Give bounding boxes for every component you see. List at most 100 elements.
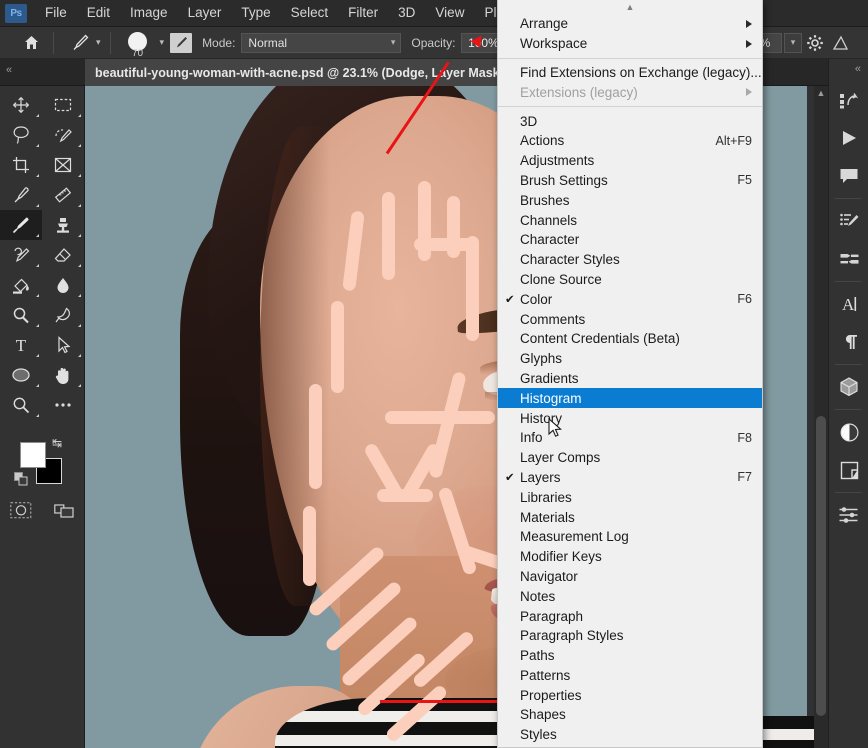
move-tool[interactable] xyxy=(0,90,42,120)
swap-colors-icon[interactable]: ↹ xyxy=(52,436,62,450)
object-selection-tool[interactable] xyxy=(42,120,84,150)
chevron-up-icon[interactable]: ▲ xyxy=(814,86,828,100)
pen-tool[interactable] xyxy=(42,300,84,330)
menu-item-info[interactable]: Info F8 xyxy=(498,428,762,448)
menu-item-navigator[interactable]: Navigator xyxy=(498,567,762,587)
menu-item-paragraph-styles[interactable]: Paragraph Styles xyxy=(498,626,762,646)
menu-view[interactable]: View xyxy=(425,1,474,25)
menu-filter[interactable]: Filter xyxy=(338,1,388,25)
crop-tool[interactable] xyxy=(0,150,42,180)
brush-size-picker[interactable]: 70 xyxy=(118,28,158,59)
adjustments-sliders-icon[interactable] xyxy=(829,240,868,278)
menu-item-layers[interactable]: ✔ Layers F7 xyxy=(498,468,762,488)
ruler-tool[interactable] xyxy=(42,180,84,210)
flow-dropdown-icon[interactable]: ▾ xyxy=(784,32,802,53)
menu-item-libraries[interactable]: Libraries xyxy=(498,487,762,507)
menu-item-adjustments[interactable]: Adjustments xyxy=(498,151,762,171)
gradient-tool[interactable] xyxy=(0,270,42,300)
menu-item-materials[interactable]: Materials xyxy=(498,507,762,527)
menu-item-brush-settings[interactable]: Brush Settings F5 xyxy=(498,171,762,191)
menu-item-arrange[interactable]: Arrange xyxy=(498,14,762,34)
brush-tool[interactable] xyxy=(0,210,42,240)
properties-sliders-icon[interactable] xyxy=(829,496,868,534)
window-menu-dropdown[interactable]: ▲ Arrange Workspace Find Extensions on Exc… xyxy=(497,0,763,748)
actions-play-icon[interactable] xyxy=(829,119,868,157)
dodge-tool[interactable] xyxy=(0,300,42,330)
history-brush-tool[interactable] xyxy=(0,240,42,270)
paragraph-icon[interactable] xyxy=(829,323,868,361)
gear-icon[interactable] xyxy=(802,30,828,56)
menu-item-notes[interactable]: Notes xyxy=(498,586,762,606)
type-tool[interactable]: T xyxy=(0,330,42,360)
eyedropper-tool[interactable] xyxy=(0,180,42,210)
menu-item-brushes[interactable]: Brushes xyxy=(498,190,762,210)
dock-collapse-icon[interactable]: « xyxy=(829,59,868,81)
menu-item-3d[interactable]: 3D xyxy=(498,111,762,131)
clone-stamp-tool[interactable] xyxy=(42,210,84,240)
path-selection-tool[interactable] xyxy=(42,330,84,360)
3d-cube-icon[interactable] xyxy=(829,368,868,406)
menu-item-paths[interactable]: Paths xyxy=(498,646,762,666)
canvas-vertical-scrollbar[interactable]: ▲ xyxy=(814,86,828,748)
quick-mask-icon[interactable] xyxy=(10,502,32,525)
menu-image[interactable]: Image xyxy=(120,1,178,25)
zoom-tool[interactable] xyxy=(0,390,42,420)
angle-icon[interactable] xyxy=(828,30,854,56)
layers-icon[interactable] xyxy=(829,451,868,489)
menu-item-glyphs[interactable]: Glyphs xyxy=(498,349,762,369)
menu-item-modifier-keys[interactable]: Modifier Keys xyxy=(498,547,762,567)
menu-item-character-styles[interactable]: Character Styles xyxy=(498,250,762,270)
menu-item-layer-comps[interactable]: Layer Comps xyxy=(498,448,762,468)
adjustment-circle-icon[interactable] xyxy=(829,413,868,451)
default-colors-icon[interactable] xyxy=(14,472,28,491)
menu-item-measurement-log[interactable]: Measurement Log xyxy=(498,527,762,547)
menu-edit[interactable]: Edit xyxy=(77,1,120,25)
menu-item-paragraph[interactable]: Paragraph xyxy=(498,606,762,626)
blur-tool[interactable] xyxy=(42,270,84,300)
foreground-color-swatch[interactable] xyxy=(20,442,46,468)
menu-item-history[interactable]: History xyxy=(498,408,762,428)
rectangular-marquee-tool[interactable] xyxy=(42,90,84,120)
menu-item-color[interactable]: ✔ Color F6 xyxy=(498,289,762,309)
screen-mode-icon[interactable] xyxy=(54,502,76,525)
brush-tool-selector[interactable]: ▾ xyxy=(61,32,103,54)
menu-scroll-up-icon[interactable]: ▲ xyxy=(498,0,762,14)
menu-type[interactable]: Type xyxy=(231,1,280,25)
lasso-tool[interactable] xyxy=(0,120,42,150)
chevron-down-icon[interactable]: ▾ xyxy=(94,37,103,48)
menu-item-histogram[interactable]: Histogram xyxy=(498,388,762,409)
menu-item-clone-source[interactable]: Clone Source xyxy=(498,270,762,290)
scrollbar-thumb[interactable] xyxy=(816,416,826,716)
character-icon[interactable]: A xyxy=(829,285,868,323)
history-panel-icon[interactable] xyxy=(829,81,868,119)
brush-settings-icon[interactable] xyxy=(829,202,868,240)
menu-item-gradients[interactable]: Gradients xyxy=(498,369,762,389)
collapse-left-icon[interactable]: « xyxy=(6,64,12,76)
menu-item-channels[interactable]: Channels xyxy=(498,210,762,230)
menu-item-comments[interactable]: Comments xyxy=(498,309,762,329)
comments-icon[interactable] xyxy=(829,157,868,195)
menu-item-content-credentials-beta[interactable]: Content Credentials (Beta) xyxy=(498,329,762,349)
menu-file[interactable]: File xyxy=(35,1,77,25)
eraser-tool[interactable] xyxy=(42,240,84,270)
brush-preset-icon[interactable] xyxy=(170,32,193,53)
home-icon[interactable] xyxy=(16,28,46,58)
menu-item-workspace[interactable]: Workspace xyxy=(498,34,762,54)
menu-item-actions[interactable]: Actions Alt+F9 xyxy=(498,131,762,151)
document-tab[interactable]: beautiful-young-woman-with-acne.psd @ 23… xyxy=(85,59,533,86)
menu-item-styles[interactable]: Styles xyxy=(498,725,762,745)
menu-item-character[interactable]: Character xyxy=(498,230,762,250)
frame-tool[interactable] xyxy=(42,150,84,180)
menu-layer[interactable]: Layer xyxy=(178,1,232,25)
menu-item-shapes[interactable]: Shapes xyxy=(498,705,762,725)
menu-3d[interactable]: 3D xyxy=(388,1,425,25)
chevron-down-icon[interactable]: ▾ xyxy=(158,37,167,48)
menu-select[interactable]: Select xyxy=(281,1,339,25)
menu-item-properties[interactable]: Properties xyxy=(498,685,762,705)
menu-item-find-extensions-on-exchange-legacy[interactable]: Find Extensions on Exchange (legacy)... xyxy=(498,63,762,83)
edit-toolbar-button[interactable] xyxy=(42,390,84,420)
ellipse-tool[interactable] xyxy=(0,360,42,390)
hand-tool[interactable] xyxy=(42,360,84,390)
menu-item-patterns[interactable]: Patterns xyxy=(498,666,762,686)
blend-mode-select[interactable]: Normal ▾ xyxy=(241,32,402,53)
